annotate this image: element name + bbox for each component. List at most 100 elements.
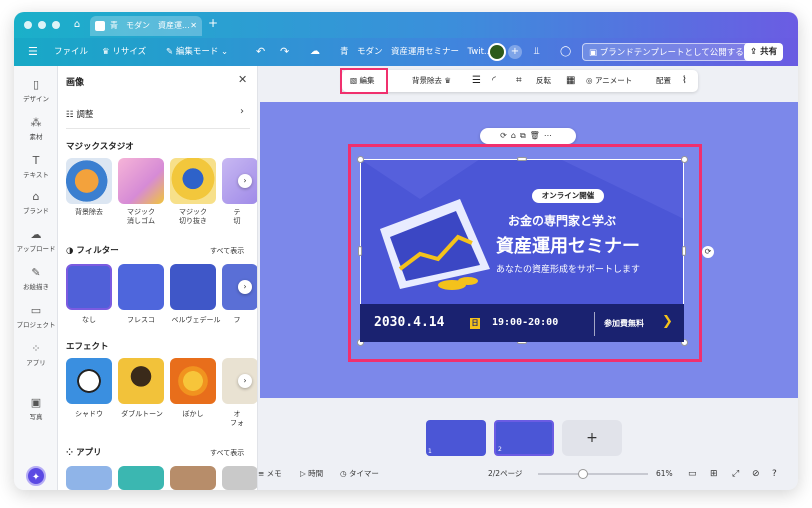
share-label: 共有 — [760, 47, 778, 57]
bg-remove-thumb[interactable] — [66, 158, 112, 204]
animate-button[interactable]: ◎ アニメート — [586, 70, 632, 92]
sidebar-item-draw[interactable]: ✎ お絵描き — [14, 266, 58, 291]
cloud-save-icon: ☁ — [310, 46, 320, 57]
filter-caption: フ — [233, 316, 241, 324]
bg-remove-button[interactable]: 背景除去 ♛ — [412, 70, 451, 92]
page-view-icon[interactable]: ▭ — [688, 466, 697, 482]
help-icon[interactable]: ? — [772, 466, 777, 482]
sidebar-item-photos[interactable]: ▣ 写真 — [14, 396, 58, 421]
magic-eraser-thumb[interactable] — [118, 158, 164, 204]
chevron-right-icon[interactable]: › — [238, 174, 252, 188]
close-window-dot[interactable] — [24, 21, 32, 29]
paint-format-icon[interactable]: ⌇ — [682, 70, 687, 92]
timer-button[interactable]: ◷ タイマー — [340, 466, 379, 482]
insights-icon[interactable]: ⫫ — [534, 38, 540, 66]
page-thumbnail-2[interactable]: 2 — [494, 420, 554, 456]
comment-icon[interactable]: ◯ — [560, 38, 571, 66]
rotate-icon[interactable]: ⟳ — [702, 246, 714, 258]
resize-handle[interactable] — [681, 156, 688, 163]
sidebar-item-apps[interactable]: ⁘ アプリ — [14, 342, 58, 367]
tab-close-icon[interactable]: ✕ — [190, 16, 197, 36]
sidebar-item-projects[interactable]: ▭ プロジェクト — [14, 304, 58, 329]
element-floating-toolbar[interactable]: ⟳⌂⧉🗑⋯ — [480, 128, 576, 144]
resize-label: リサイズ — [112, 47, 147, 57]
magic-grab-thumb[interactable] — [170, 158, 216, 204]
effect-caption: オ フォ — [230, 410, 244, 427]
resize-handle[interactable] — [682, 246, 686, 256]
crop-icon[interactable]: ⌗ — [516, 70, 522, 92]
maximize-window-dot[interactable] — [52, 21, 60, 29]
adjust-row[interactable]: ☷ 調整 — [66, 108, 93, 120]
add-collaborator-icon[interactable]: + — [508, 45, 522, 59]
filter-none-thumb[interactable] — [66, 264, 112, 310]
position-button[interactable]: 配置 — [656, 70, 671, 92]
publish-brand-template-button[interactable]: ▣ ブランドテンプレートとして公開する — [582, 43, 751, 61]
app-thumb[interactable] — [222, 466, 257, 490]
new-tab-icon[interactable]: + — [208, 16, 218, 30]
edit-mode-menu[interactable]: ✎ 編集モード ⌄ — [166, 38, 228, 66]
animate-label: アニメート — [594, 76, 633, 85]
notes-button[interactable]: ≡ メモ — [258, 466, 282, 482]
chevron-right-icon[interactable]: › — [238, 280, 252, 294]
undo-icon[interactable]: ↶ — [256, 38, 265, 66]
effect-shadow-thumb[interactable] — [66, 358, 112, 404]
check-icon[interactable]: ⊘ — [752, 466, 760, 482]
fee-text: 参加費無料 — [604, 319, 644, 328]
page-indicator[interactable]: 2/2ページ — [488, 466, 522, 482]
sidebar-item-text[interactable]: T テキスト — [14, 154, 58, 179]
window-controls[interactable] — [24, 21, 60, 29]
filter-belvedere-thumb[interactable] — [170, 264, 216, 310]
sidebar-item-brand[interactable]: ⌂ ブランド — [14, 190, 58, 215]
share-button[interactable]: ⇪ 共有 — [744, 43, 784, 61]
filter-fresco-thumb[interactable] — [118, 264, 164, 310]
notes-label: メモ — [266, 469, 282, 478]
fullscreen-icon[interactable]: ⤢ — [732, 466, 739, 482]
add-page-button[interactable]: + — [562, 420, 622, 456]
sidebar-item-label: 素材 — [29, 133, 43, 141]
effect-duotone-thumb[interactable] — [118, 358, 164, 404]
corner-rounding-icon[interactable]: ◜ — [492, 70, 496, 92]
filter-see-all-link[interactable]: すべて表示 — [210, 246, 244, 256]
minimize-window-dot[interactable] — [38, 21, 46, 29]
grid-view-icon[interactable]: ⊞ — [710, 466, 718, 482]
border-style-icon[interactable]: ☰ — [472, 70, 481, 92]
resize-handle[interactable] — [357, 156, 364, 163]
resize-handle[interactable] — [358, 246, 362, 256]
app-thumb[interactable] — [170, 466, 216, 490]
sidebar-item-elements[interactable]: ⁂ 素材 — [14, 116, 58, 141]
effect-blur-thumb[interactable] — [170, 358, 216, 404]
tab-title: 青 モダン 資産運... — [110, 21, 190, 30]
filter-label: フィルター — [76, 246, 119, 256]
redo-icon[interactable]: ↷ — [280, 38, 289, 66]
resize-handle[interactable] — [517, 157, 527, 161]
file-menu[interactable]: ファイル — [54, 38, 88, 66]
sidebar-item-label: アプリ — [26, 359, 46, 367]
resize-menu[interactable]: ♛ リサイズ — [102, 38, 146, 66]
document-tab[interactable]: 青 モダン 資産運... ✕ — [90, 16, 202, 36]
home-icon[interactable]: ⌂ — [70, 18, 84, 32]
hamburger-menu-icon[interactable]: ☰ — [28, 38, 38, 66]
close-icon[interactable]: ✕ — [238, 73, 247, 86]
apps-see-all-link[interactable]: すべて表示 — [210, 448, 244, 458]
transparency-icon[interactable]: ▦ — [566, 70, 575, 92]
layout-icon: ▯ — [32, 78, 40, 91]
magic-assistant-button[interactable]: ✦ — [26, 466, 46, 486]
document-title[interactable]: 青 モダン 資産運用セミナー Twit... — [340, 38, 492, 66]
sidebar-item-upload[interactable]: ☁ アップロード — [14, 228, 58, 253]
zoom-slider[interactable] — [538, 473, 648, 475]
app-thumb[interactable] — [66, 466, 112, 490]
zoom-slider-knob[interactable] — [578, 469, 588, 479]
sidebar-item-design[interactable]: ▯ デザイン — [14, 78, 58, 103]
flip-button[interactable]: 反転 — [536, 70, 551, 92]
publish-label: ブランドテンプレートとして公開する — [599, 48, 744, 58]
magic-item-caption: マジック 消しゴム — [127, 208, 155, 225]
zoom-level[interactable]: 61% — [656, 466, 673, 482]
magic-item-caption: マジック 切り抜き — [179, 208, 207, 225]
duration-button[interactable]: ▷ 時間 — [300, 466, 323, 482]
app-thumb[interactable] — [118, 466, 164, 490]
text-icon: T — [32, 154, 40, 167]
chevron-right-icon[interactable]: › — [238, 374, 252, 388]
chevron-right-icon[interactable]: › — [240, 106, 244, 117]
page-thumbnail-1[interactable]: 1 — [426, 420, 486, 456]
avatar[interactable] — [488, 43, 506, 61]
